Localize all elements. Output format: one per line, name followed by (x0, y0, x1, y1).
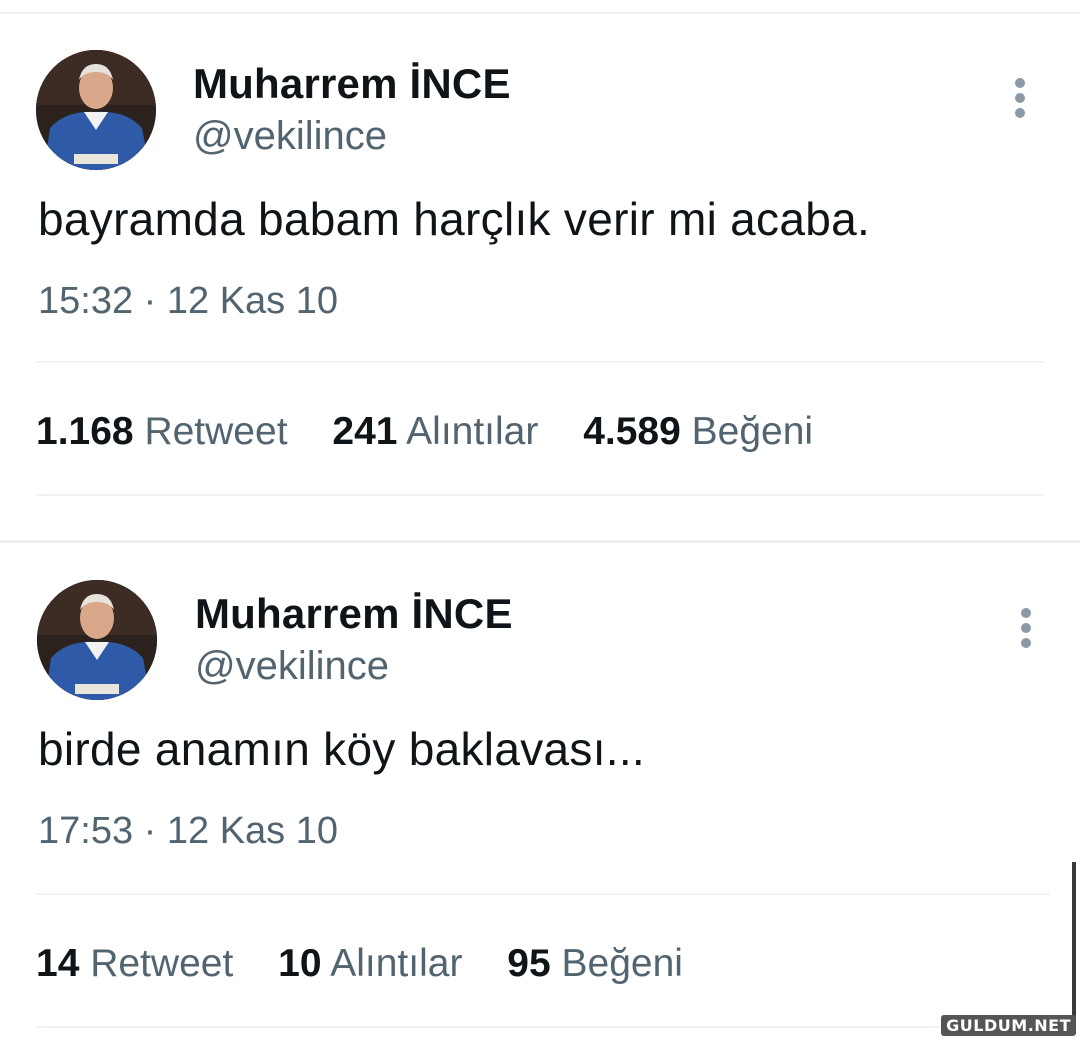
watermark: GULDUM.NET (941, 1015, 1076, 1036)
tweet-timestamp[interactable]: 17:53 · 12 Kas 10 (38, 810, 338, 853)
tweet-card: Muharrem İNCE @vekilince bayramda babam … (0, 0, 1080, 530)
avatar-image (36, 50, 156, 170)
tweet-timestamp[interactable]: 15:32 · 12 Kas 10 (38, 280, 338, 323)
scrollbar[interactable] (1072, 862, 1076, 1022)
author-name[interactable]: Muharrem İNCE (193, 60, 511, 108)
avatar-image (37, 580, 157, 700)
retweet-count[interactable]: 1.168 Retweet (36, 410, 288, 454)
tweet-card: Muharrem İNCE @vekilince birde anamın kö… (0, 530, 1080, 1040)
author-handle[interactable]: @vekilince (195, 644, 389, 689)
quote-count[interactable]: 10 Alıntılar (278, 942, 462, 986)
quote-count[interactable]: 241 Alıntılar (332, 410, 538, 454)
tweet-text: birde anamın köy baklavası... (38, 723, 646, 775)
author-name[interactable]: Muharrem İNCE (195, 590, 513, 638)
avatar[interactable] (37, 580, 157, 700)
like-count[interactable]: 4.589 Beğeni (583, 410, 813, 454)
tweet-stats: 14 Retweet 10 Alıntılar 95 Beğeni (36, 942, 717, 986)
author-handle[interactable]: @vekilince (193, 114, 387, 159)
tweet-text: bayramda babam harçlık verir mi acaba. (38, 193, 871, 245)
tweet-stats: 1.168 Retweet 241 Alıntılar 4.589 Beğeni (36, 410, 847, 454)
divider (36, 494, 1044, 496)
more-vertical-icon[interactable] (1020, 608, 1032, 648)
more-vertical-icon[interactable] (1014, 78, 1026, 118)
divider (36, 893, 1050, 895)
divider (36, 361, 1044, 363)
retweet-count[interactable]: 14 Retweet (36, 942, 233, 986)
like-count[interactable]: 95 Beğeni (507, 942, 683, 986)
divider (36, 1026, 1050, 1028)
avatar[interactable] (36, 50, 156, 170)
